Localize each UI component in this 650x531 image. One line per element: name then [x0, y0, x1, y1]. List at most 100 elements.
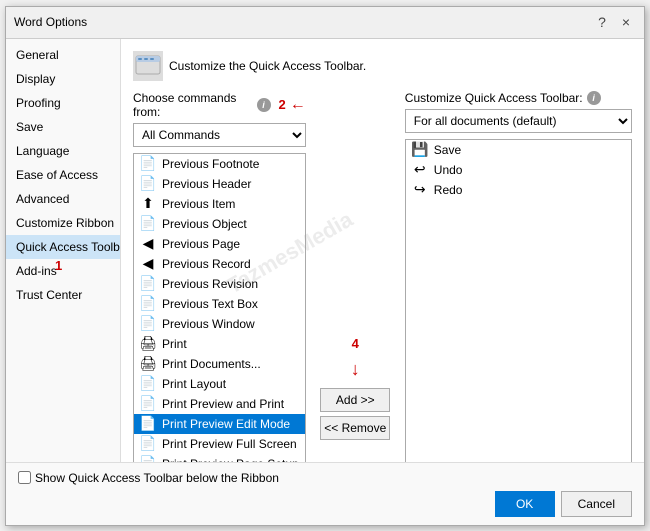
list-item[interactable]: 📄 Print Preview Edit Mode — [134, 414, 305, 434]
show-toolbar-label: Show Quick Access Toolbar below the Ribb… — [35, 471, 279, 485]
sidebar-item-proofing[interactable]: Proofing — [6, 91, 120, 115]
sidebar-item-trust-center[interactable]: Trust Center — [6, 283, 120, 307]
list-item[interactable]: 📄 Previous Header — [134, 174, 305, 194]
list-item[interactable]: ◀Previous Record — [134, 254, 305, 274]
list-item[interactable]: 📄 Previous Text Box — [134, 294, 305, 314]
show-toolbar-checkbox-label[interactable]: Show Quick Access Toolbar below the Ribb… — [18, 471, 279, 485]
right-list-item[interactable]: 💾 Save — [406, 140, 631, 160]
footer: Show Quick Access Toolbar below the Ribb… — [6, 462, 644, 525]
list-item[interactable]: 🖨 Print — [134, 334, 305, 354]
list-item-label: Previous Item — [162, 197, 235, 211]
right-panel: Customize Quick Access Toolbar: i For al… — [405, 91, 632, 462]
right-dropdown-wrapper: For all documents (default) — [405, 109, 632, 133]
list-item-icon: 📄 — [140, 416, 156, 432]
toolbar-icon — [133, 51, 163, 81]
list-item-icon: 📄 — [140, 296, 156, 312]
list-item-label: Previous Object — [162, 217, 247, 231]
list-item[interactable]: ⬆ Previous Item — [134, 194, 305, 214]
annotation-arrow-4: ↓ — [351, 359, 360, 380]
add-button[interactable]: Add >> — [320, 388, 390, 412]
list-item[interactable]: 📄Print Preview Page Setup — [134, 454, 305, 462]
list-item-label: Previous Footnote — [162, 157, 259, 171]
list-item-label: Print Documents... — [162, 357, 261, 371]
show-toolbar-checkbox[interactable] — [18, 471, 31, 484]
list-item[interactable]: 📄 Print Preview Full Screen — [134, 434, 305, 454]
left-dropdown-wrapper: All Commands Popular Commands Commands N… — [133, 123, 306, 147]
list-item[interactable]: 📄 Print Layout — [134, 374, 305, 394]
list-item-icon: 📄 — [140, 376, 156, 392]
list-item-label: Print — [162, 337, 187, 351]
list-item[interactable]: 📄 Previous Window — [134, 314, 305, 334]
annotation-arrow-2: ← — [290, 96, 306, 114]
list-item-label: Previous Text Box — [162, 297, 258, 311]
sidebar-item-display[interactable]: Display — [6, 67, 120, 91]
list-item[interactable]: ◀ Previous Page — [134, 234, 305, 254]
content-area: Choose commands from: i 2 ← All Commands… — [133, 91, 632, 462]
right-list-item[interactable]: ↪ Redo — [406, 180, 631, 200]
right-info-icon: i — [587, 91, 601, 105]
list-item[interactable]: 📄Previous Revision — [134, 274, 305, 294]
dialog-title: Word Options — [14, 15, 87, 29]
list-item-label: Print Preview Full Screen — [162, 437, 297, 451]
sidebar: General Display Proofing Save Language E… — [6, 39, 121, 462]
list-item-label: Previous Window — [162, 317, 255, 331]
right-list-item-icon: 💾 — [412, 142, 428, 158]
annotation-1: 1 — [55, 258, 62, 273]
list-item-icon: 📄 — [140, 436, 156, 452]
left-info-icon: i — [257, 98, 271, 112]
main-title-text: Customize the Quick Access Toolbar. — [169, 59, 366, 73]
sidebar-item-language[interactable]: Language — [6, 139, 120, 163]
sidebar-item-quick-access-toolbar[interactable]: Quick Access Toolbar — [6, 235, 120, 259]
title-bar: Word Options ? × — [6, 7, 644, 39]
list-item[interactable]: 📄 Previous Object — [134, 214, 305, 234]
middle-controls: 4 ↓ Add >> << Remove — [316, 91, 395, 462]
list-item[interactable]: 🖨Print Documents... — [134, 354, 305, 374]
list-item[interactable]: 📄Print Preview and Print — [134, 394, 305, 414]
list-item-icon: ⬆ — [140, 196, 156, 212]
sidebar-item-ease-of-access[interactable]: Ease of Access — [6, 163, 120, 187]
close-button[interactable]: × — [616, 12, 636, 32]
list-item-label: Print Preview Edit Mode — [162, 417, 290, 431]
list-item-icon: 📄 — [140, 316, 156, 332]
main-content: Customize the Quick Access Toolbar. Choo… — [121, 39, 644, 462]
right-list-item-icon: ↪ — [412, 182, 428, 198]
ok-button[interactable]: OK — [495, 491, 555, 517]
left-listbox[interactable]: 📄Previous Footnote📄Previous Header⬆Previ… — [133, 153, 306, 462]
right-listbox[interactable]: 💾 Save ↩ Undo ↪ Redo — [405, 139, 632, 462]
dialog-body: General Display Proofing Save Language E… — [6, 39, 644, 462]
title-bar-controls: ? × — [592, 12, 636, 32]
footer-buttons: OK Cancel — [18, 491, 632, 517]
sidebar-item-advanced[interactable]: Advanced — [6, 187, 120, 211]
left-panel: Choose commands from: i 2 ← All Commands… — [133, 91, 306, 462]
footer-checkbox-row: Show Quick Access Toolbar below the Ribb… — [18, 471, 632, 485]
sidebar-item-customize-ribbon[interactable]: Customize Ribbon — [6, 211, 120, 235]
list-item[interactable]: 📄Previous Footnote — [134, 154, 305, 174]
left-dropdown[interactable]: All Commands Popular Commands Commands N… — [133, 123, 306, 147]
right-list-item-label: Save — [434, 143, 461, 157]
list-item-icon: 📄 — [140, 176, 156, 192]
cancel-button[interactable]: Cancel — [561, 491, 632, 517]
annotation-2: 2 — [279, 97, 286, 112]
list-item-icon: 📄 — [140, 216, 156, 232]
annotation-4: 4 — [352, 336, 359, 351]
sidebar-item-save[interactable]: Save — [6, 115, 120, 139]
word-options-dialog: Word Options ? × General Display Proofin… — [5, 6, 645, 526]
list-item-label: Previous Revision — [162, 277, 258, 291]
sidebar-item-add-ins[interactable]: Add-ins — [6, 259, 120, 283]
list-item-icon: ◀ — [140, 236, 156, 252]
main-title-area: Customize the Quick Access Toolbar. — [133, 51, 632, 81]
sidebar-item-general[interactable]: General — [6, 43, 120, 67]
list-item-label: Print Layout — [162, 377, 226, 391]
list-item-icon: 🖨 — [140, 336, 156, 352]
list-item-label: Previous Header — [162, 177, 251, 191]
right-dropdown[interactable]: For all documents (default) — [405, 109, 632, 133]
right-list-item-label: Undo — [434, 163, 463, 177]
right-panel-label: Customize Quick Access Toolbar: i — [405, 91, 632, 105]
list-item-icon: ◀ — [140, 256, 156, 272]
remove-button[interactable]: << Remove — [320, 416, 390, 440]
right-list-item-label: Redo — [434, 183, 463, 197]
right-list-item[interactable]: ↩ Undo — [406, 160, 631, 180]
help-button[interactable]: ? — [592, 12, 612, 32]
list-item-label: Previous Page — [162, 237, 240, 251]
right-list-item-icon: ↩ — [412, 162, 428, 178]
